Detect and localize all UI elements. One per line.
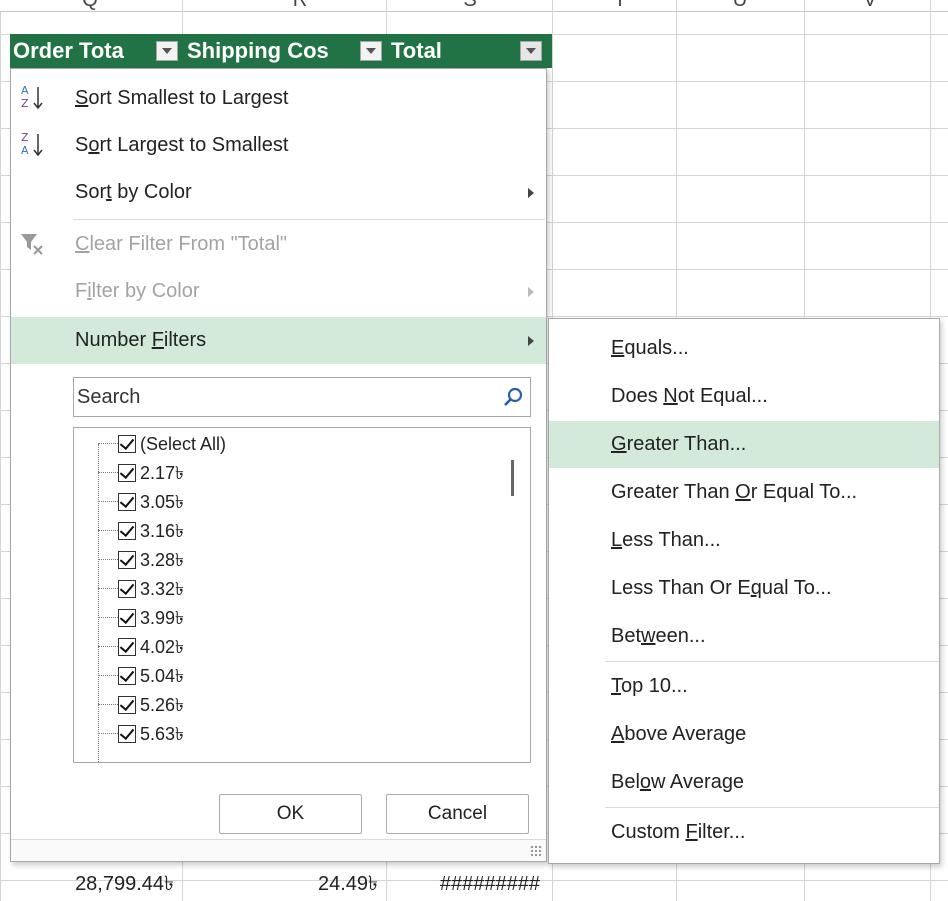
list-item[interactable]: 3.05৳: [74, 486, 494, 518]
list-item[interactable]: 3.28৳: [74, 544, 494, 576]
number-filters-label: Number Filters: [75, 329, 207, 351]
checkbox[interactable]: [118, 435, 136, 453]
sort-descending-item[interactable]: Z A Sort Largest to Smallest: [11, 122, 546, 169]
less-than-or-equal-item[interactable]: Less Than Or Equal To...: [549, 565, 939, 612]
list-item[interactable]: 3.32৳: [74, 573, 494, 605]
above-average-item[interactable]: Above Average: [549, 711, 939, 758]
checkbox[interactable]: [118, 725, 136, 743]
cancel-button[interactable]: Cancel: [386, 794, 529, 834]
list-item[interactable]: 3.99৳: [74, 602, 494, 634]
checkbox[interactable]: [118, 580, 136, 598]
filter-dropdown-order-total[interactable]: [156, 41, 178, 61]
greater-than-or-equal-item[interactable]: Greater Than Or Equal To...: [549, 469, 939, 516]
list-item[interactable]: 5.26৳: [74, 689, 494, 721]
between-item[interactable]: Between...: [549, 613, 939, 660]
header-cell-shipping-cost[interactable]: Shipping Cos: [184, 34, 388, 68]
custom-filter-item[interactable]: Custom Filter...: [549, 809, 939, 856]
submenu-arrow-icon: [528, 188, 534, 198]
checkbox[interactable]: [118, 493, 136, 511]
column-header-q[interactable]: Q: [40, 0, 140, 11]
autofilter-panel: A Z Sort Smallest to Largest Z A Sort La…: [10, 68, 547, 862]
svg-text:Z: Z: [21, 97, 29, 110]
number-filters-item[interactable]: Number Filters: [11, 317, 546, 364]
sort-by-color-item[interactable]: Sort by Color: [11, 169, 546, 216]
sort-descending-label: Sort Largest to Smallest: [75, 134, 289, 156]
checkbox[interactable]: [118, 638, 136, 656]
checkbox[interactable]: [118, 464, 136, 482]
panel-footer: [11, 839, 546, 861]
sort-descending-icon: Z A: [19, 122, 47, 169]
search-input[interactable]: Search: [73, 377, 531, 417]
sort-ascending-item[interactable]: A Z Sort Smallest to Largest: [11, 75, 546, 122]
column-header-v[interactable]: V: [810, 0, 930, 11]
cell-order-total[interactable]: 28,799.44৳: [10, 868, 174, 901]
menu-separator: [73, 219, 545, 220]
checkbox[interactable]: [118, 551, 136, 569]
less-than-item[interactable]: Less Than...: [549, 517, 939, 564]
checkbox[interactable]: [118, 696, 136, 714]
checkbox[interactable]: [118, 667, 136, 685]
svg-text:A: A: [21, 144, 29, 157]
clear-filter-item[interactable]: Clear Filter From "Total": [11, 221, 546, 268]
filter-by-color-item[interactable]: Filter by Color: [11, 268, 546, 315]
search-icon[interactable]: [502, 386, 524, 408]
number-filters-submenu: Equals... Does Not Equal... Greater Than…: [548, 318, 940, 864]
column-header-u[interactable]: U: [680, 0, 800, 11]
filter-dropdown-shipping-cost[interactable]: [360, 41, 382, 61]
checkbox[interactable]: [118, 522, 136, 540]
ok-button[interactable]: OK: [219, 794, 362, 834]
sort-ascending-label: Sort Smallest to Largest: [75, 87, 289, 109]
scrollbar-thumb[interactable]: [511, 460, 514, 496]
filter-value-list[interactable]: (Select All) 2.17৳ 3.05৳ 3.16৳ 3.28৳ 3.3…: [73, 427, 531, 763]
cell-shipping-cost[interactable]: 24.49৳: [186, 868, 378, 901]
list-item[interactable]: 2.17৳: [74, 457, 494, 489]
list-item[interactable]: 3.16৳: [74, 515, 494, 547]
svg-text:Z: Z: [21, 131, 29, 144]
column-header-row: Q R S T U V: [0, 0, 948, 12]
clear-filter-label: Clear Filter From "Total": [75, 233, 288, 255]
column-header-t[interactable]: T: [560, 0, 680, 11]
search-placeholder: Search: [77, 386, 141, 408]
filter-dropdown-total[interactable]: [520, 41, 542, 61]
cell-total[interactable]: #########: [390, 868, 540, 901]
menu-separator: [605, 661, 939, 662]
resize-grip-icon[interactable]: [530, 845, 542, 857]
clear-filter-icon: [19, 221, 47, 268]
list-item[interactable]: 4.02৳: [74, 631, 494, 663]
top-10-item[interactable]: Top 10...: [549, 663, 939, 710]
list-item[interactable]: 5.63৳: [74, 718, 494, 750]
menu-separator: [605, 807, 939, 808]
below-average-item[interactable]: Below Average: [549, 759, 939, 806]
column-header-r[interactable]: R: [230, 0, 370, 11]
equals-item[interactable]: Equals...: [549, 325, 939, 372]
submenu-arrow-icon: [528, 336, 534, 346]
table-header-row: Order Tota Shipping Cos Total: [10, 34, 552, 68]
checkbox[interactable]: [118, 609, 136, 627]
submenu-arrow-icon: [528, 287, 534, 297]
greater-than-item[interactable]: Greater Than...: [549, 421, 939, 468]
list-item[interactable]: 5.04৳: [74, 660, 494, 692]
list-item[interactable]: (Select All): [74, 428, 494, 460]
does-not-equal-item[interactable]: Does Not Equal...: [549, 373, 939, 420]
table-row: 28,799.44৳ 24.49৳ #########: [0, 868, 948, 901]
sort-ascending-icon: A Z: [19, 75, 47, 122]
filter-by-color-label: Filter by Color: [75, 280, 200, 302]
sort-by-color-label: Sort by Color: [75, 181, 192, 203]
svg-text:A: A: [21, 84, 29, 97]
column-header-s[interactable]: S: [410, 0, 530, 11]
